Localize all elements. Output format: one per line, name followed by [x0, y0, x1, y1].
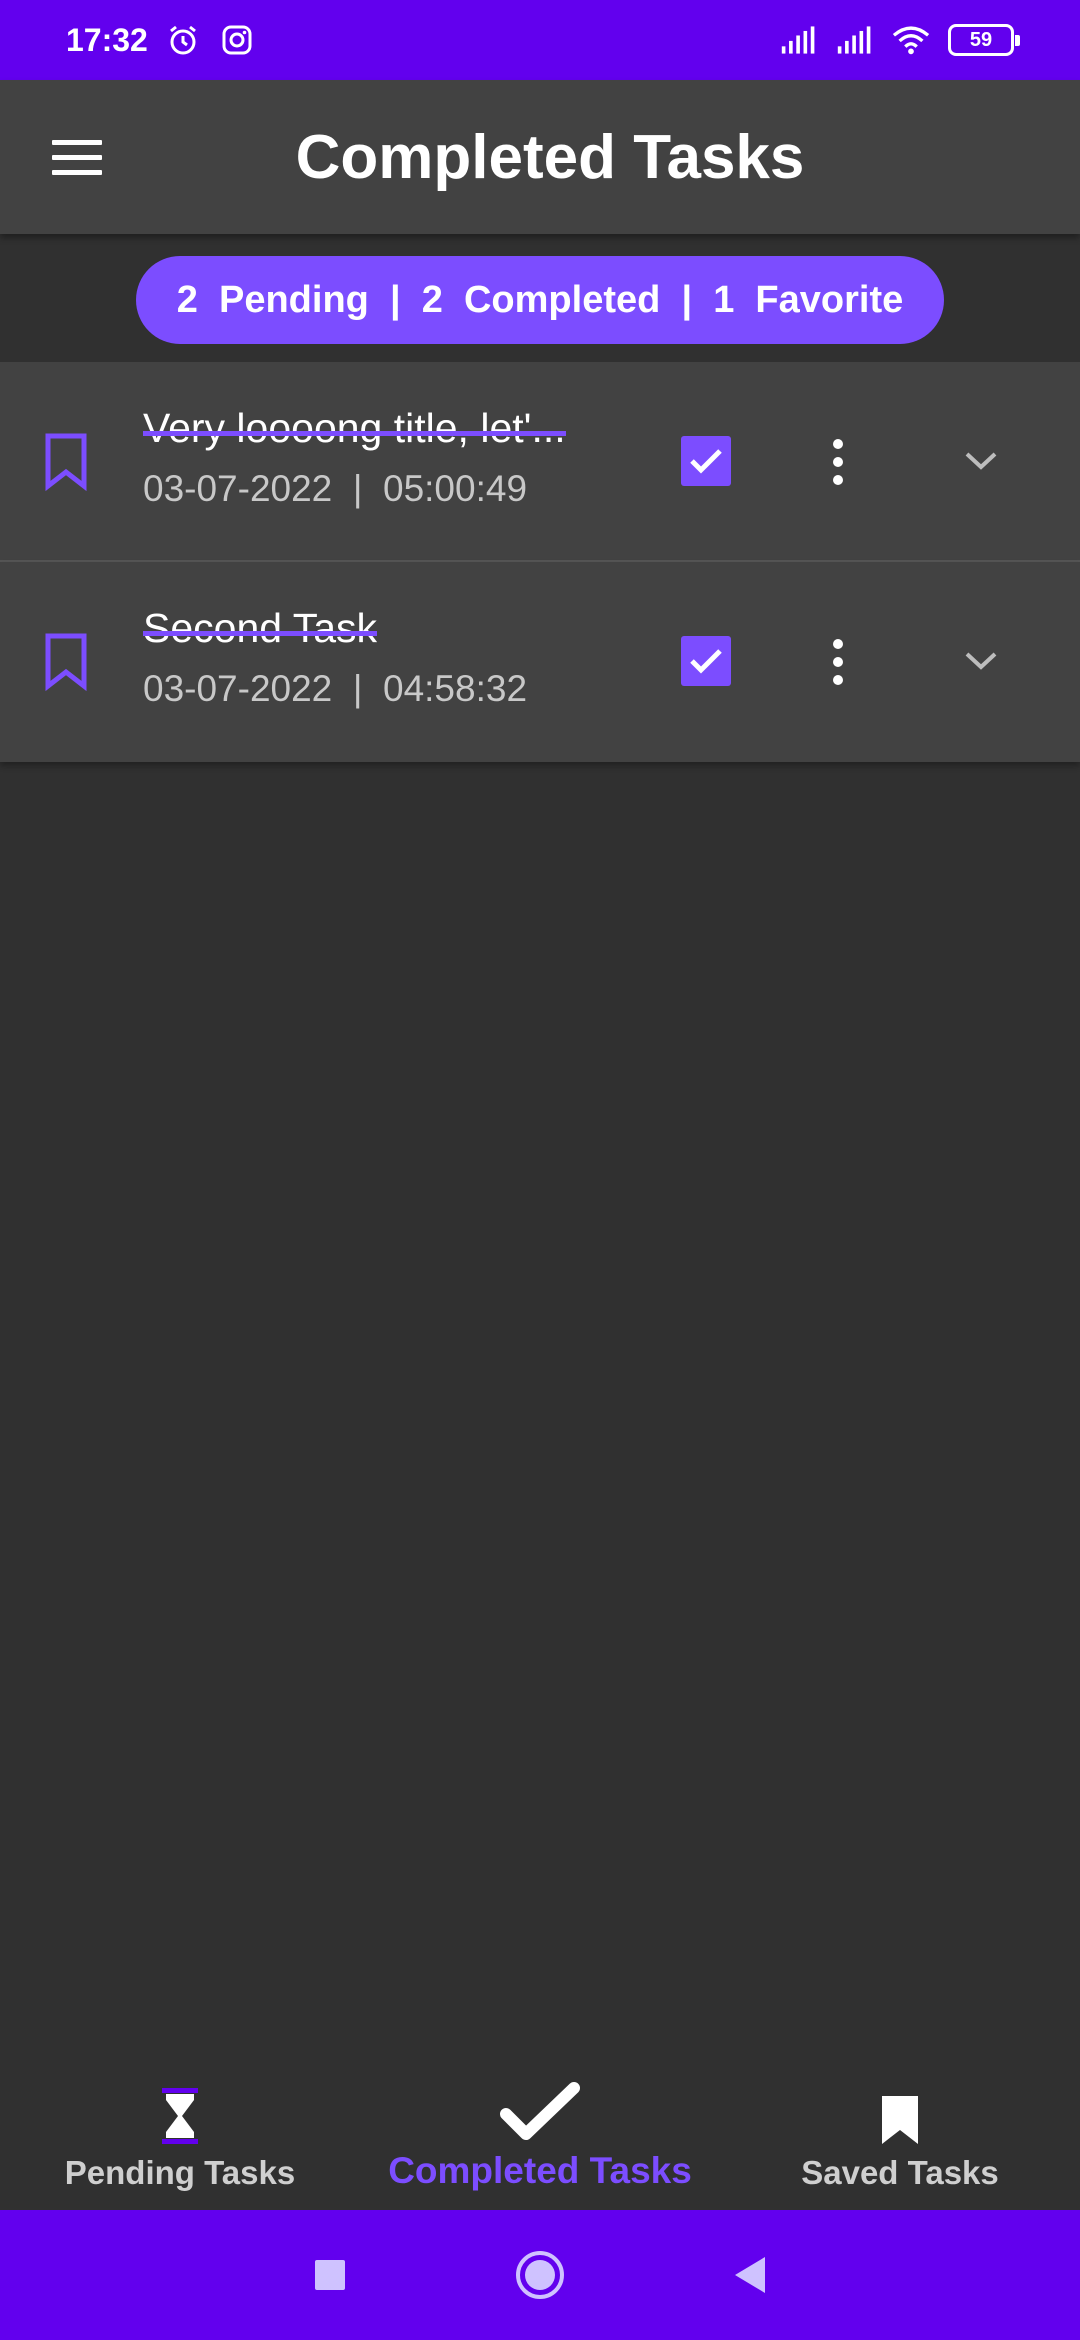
- task-title: Very loooong title, let'...: [143, 405, 566, 451]
- more-options-icon[interactable]: [812, 622, 864, 702]
- nav-saved-tasks[interactable]: Saved Tasks: [720, 2050, 1080, 2210]
- hourglass-icon: [160, 2080, 200, 2146]
- task-list: Very loooong title, let'... 03-07-2022 |…: [0, 362, 1080, 762]
- home-icon[interactable]: [510, 2245, 570, 2305]
- wifi-icon: [892, 21, 930, 59]
- bookmark-outline-icon[interactable]: [40, 432, 92, 492]
- task-date: 03-07-2022 | 04:58:32: [143, 668, 528, 709]
- completed-checkbox[interactable]: [681, 636, 731, 686]
- status-right: 59: [780, 21, 1020, 59]
- status-left: 17:32: [66, 21, 256, 59]
- chevron-down-icon[interactable]: [956, 636, 1006, 686]
- bookmark-icon: [880, 2080, 920, 2146]
- task-card[interactable]: Very loooong title, let'... 03-07-2022 |…: [0, 362, 1080, 562]
- nav-completed-tasks[interactable]: Completed Tasks: [360, 2050, 720, 2210]
- status-bar: 17:32 59: [0, 0, 1080, 80]
- status-time: 17:32: [66, 21, 148, 58]
- bottom-navigation: Pending Tasks Completed Tasks Saved Task…: [0, 2050, 1080, 2210]
- nav-label: Completed Tasks: [388, 2150, 692, 2191]
- task-title: Second Task: [143, 605, 378, 651]
- instagram-icon: [218, 21, 256, 59]
- chevron-down-icon[interactable]: [956, 436, 1006, 486]
- app-bar: Completed Tasks: [0, 80, 1080, 234]
- task-date: 03-07-2022 | 05:00:49: [143, 468, 528, 509]
- battery-icon: 59: [948, 24, 1020, 56]
- signal-icon-2: [836, 21, 874, 59]
- completed-checkbox[interactable]: [681, 436, 731, 486]
- task-card[interactable]: Second Task 03-07-2022 | 04:58:32: [0, 562, 1080, 762]
- system-navigation-bar: [0, 2210, 1080, 2340]
- signal-icon: [780, 21, 818, 59]
- more-options-icon[interactable]: [812, 422, 864, 502]
- checkmark-icon: [500, 2076, 580, 2142]
- nav-pending-tasks[interactable]: Pending Tasks: [0, 2050, 360, 2210]
- recent-apps-icon[interactable]: [300, 2245, 360, 2305]
- task-summary-badge: 2 Pending | 2 Completed | 1 Favorite: [136, 256, 944, 344]
- alarm-icon: [164, 21, 202, 59]
- nav-label: Saved Tasks: [801, 2154, 999, 2191]
- page-title: Completed Tasks: [295, 122, 805, 192]
- bookmark-outline-icon[interactable]: [40, 632, 92, 692]
- back-icon[interactable]: [720, 2245, 780, 2305]
- nav-label: Pending Tasks: [64, 2154, 296, 2191]
